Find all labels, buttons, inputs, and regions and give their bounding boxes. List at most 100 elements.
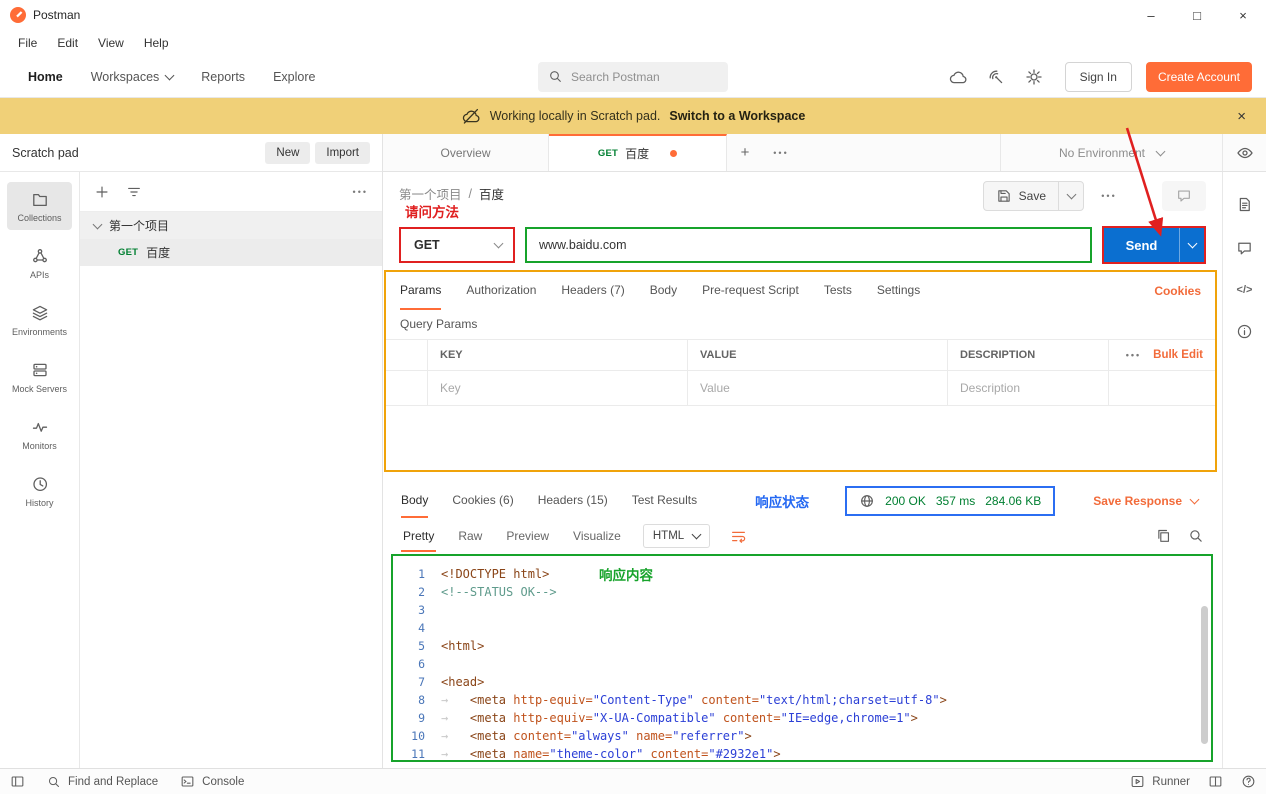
send-options-button[interactable]: [1179, 228, 1204, 262]
bulk-edit-button[interactable]: Bulk Edit: [1153, 349, 1203, 361]
tab-response-headers[interactable]: Headers (15): [538, 484, 608, 518]
nav-explore[interactable]: Explore: [259, 56, 329, 97]
documentation-icon[interactable]: [1236, 196, 1253, 213]
new-tab-button[interactable]: +: [727, 134, 763, 171]
environment-selector[interactable]: No Environment: [1000, 134, 1222, 171]
scratchpad-banner: Working locally in Scratch pad. Switch t…: [0, 98, 1266, 134]
tab-tests[interactable]: Tests: [824, 272, 852, 310]
search-input[interactable]: [571, 69, 711, 84]
response-body-viewer[interactable]: 1 <!DOCTYPE html> 2 <!--STATUS OK--> 3 4 5 <htm…: [391, 554, 1213, 762]
minimize-button[interactable]: –: [1128, 0, 1174, 30]
view-raw[interactable]: Raw: [456, 520, 484, 552]
rail-item-mock-servers[interactable]: Mock Servers: [7, 353, 72, 401]
close-button[interactable]: ×: [1220, 0, 1266, 30]
rail-item-apis[interactable]: APIs: [7, 239, 72, 287]
toggle-sidebar-button[interactable]: [10, 774, 25, 789]
capture-button[interactable]: [981, 62, 1011, 92]
save-button[interactable]: Save: [982, 181, 1084, 211]
method-value: GET: [414, 238, 440, 252]
wrap-text-icon[interactable]: [730, 528, 747, 545]
response-time[interactable]: 357 ms: [936, 494, 975, 508]
request-item[interactable]: GET 百度: [80, 239, 382, 266]
nav-home[interactable]: Home: [14, 56, 77, 97]
gear-icon: [1025, 68, 1042, 85]
column-description: DESCRIPTION: [948, 340, 1109, 370]
view-visualize[interactable]: Visualize: [571, 520, 623, 552]
banner-close-icon[interactable]: ×: [1231, 98, 1252, 134]
help-button[interactable]: [1241, 774, 1256, 789]
view-preview[interactable]: Preview: [504, 520, 551, 552]
comments-icon[interactable]: [1236, 240, 1253, 257]
switch-workspace-link[interactable]: Switch to a Workspace: [669, 109, 805, 123]
nav-reports[interactable]: Reports: [187, 56, 259, 97]
menu-view[interactable]: View: [88, 36, 134, 50]
cookies-link[interactable]: Cookies: [1154, 272, 1201, 310]
tabbar: Overview GET 百度 + ••• No Environment: [383, 134, 1266, 172]
filter-icon[interactable]: [126, 184, 142, 200]
find-and-replace-button[interactable]: Find and Replace: [47, 775, 158, 789]
format-selector[interactable]: HTML: [642, 524, 711, 548]
collections-more-icon[interactable]: •••: [353, 187, 368, 197]
tab-authorization[interactable]: Authorization: [466, 272, 536, 310]
request-more-icon: •••: [1101, 191, 1117, 201]
param-description-input[interactable]: [960, 381, 1096, 395]
param-key-input[interactable]: [440, 381, 675, 395]
rail-item-environments[interactable]: Environments: [7, 296, 72, 344]
console-icon: [181, 776, 194, 787]
params-more-icon[interactable]: •••: [1126, 350, 1141, 360]
add-collection-icon[interactable]: [94, 184, 110, 200]
tab-body[interactable]: Body: [650, 272, 677, 310]
sync-button[interactable]: [943, 62, 973, 92]
rail-item-collections[interactable]: Collections: [7, 182, 72, 230]
tab-pre-request-script[interactable]: Pre-request Script: [702, 272, 799, 310]
collection-item[interactable]: 第一个项目: [80, 212, 382, 239]
tab-response-body[interactable]: Body: [401, 484, 429, 518]
rail-item-monitors[interactable]: Monitors: [7, 410, 72, 458]
menu-file[interactable]: File: [8, 36, 47, 50]
runner-button[interactable]: Runner: [1130, 774, 1190, 789]
settings-button[interactable]: [1019, 62, 1049, 92]
rail-item-history[interactable]: History: [7, 467, 72, 515]
create-account-button[interactable]: Create Account: [1145, 61, 1252, 92]
search-response-icon[interactable]: [1188, 528, 1204, 544]
sidebar: Scratch pad New Import Collections APIs: [0, 134, 383, 768]
send-button[interactable]: Send: [1104, 228, 1179, 262]
tab-overview[interactable]: Overview: [383, 134, 549, 171]
menu-help[interactable]: Help: [134, 36, 179, 50]
save-label: Save: [1018, 189, 1046, 203]
code-snippet-icon[interactable]: </>: [1237, 284, 1253, 296]
tab-params[interactable]: Params: [400, 272, 442, 310]
save-options-button[interactable]: [1058, 182, 1083, 210]
method-selector[interactable]: GET: [399, 227, 515, 263]
tab-headers[interactable]: Headers (7): [561, 272, 624, 310]
maximize-button[interactable]: □: [1174, 0, 1220, 30]
monitors-icon: [32, 422, 47, 432]
console-button[interactable]: Console: [180, 774, 244, 789]
annotation-method-note: 请问方法: [405, 205, 459, 220]
tab-settings[interactable]: Settings: [877, 272, 920, 310]
breadcrumb-request[interactable]: 百度: [479, 184, 504, 203]
menu-edit[interactable]: Edit: [47, 36, 88, 50]
url-input[interactable]: [527, 238, 1090, 252]
import-button[interactable]: Import: [315, 141, 370, 164]
sign-in-button[interactable]: Sign In: [1064, 61, 1132, 92]
environment-quick-look-button[interactable]: [1222, 134, 1266, 171]
save-response-button[interactable]: Save Response: [1093, 484, 1200, 518]
response-size[interactable]: 284.06 KB: [985, 494, 1041, 508]
status-code[interactable]: 200 OK: [885, 494, 926, 508]
new-button[interactable]: New: [265, 141, 311, 164]
tab-test-results[interactable]: Test Results: [632, 484, 697, 518]
capture-requests-icon: [989, 70, 1002, 83]
info-icon[interactable]: [1236, 323, 1253, 340]
split-pane-button[interactable]: [1208, 774, 1223, 789]
param-value-input[interactable]: [700, 381, 935, 395]
tab-response-cookies[interactable]: Cookies (6): [452, 484, 513, 518]
comment-button[interactable]: [1162, 181, 1206, 211]
global-search[interactable]: [538, 61, 728, 92]
tab-request-active[interactable]: GET 百度: [549, 134, 727, 171]
banner-text: Working locally in Scratch pad.: [489, 109, 661, 123]
copy-icon[interactable]: [1156, 528, 1172, 544]
view-pretty[interactable]: Pretty: [401, 520, 437, 552]
scrollbar-thumb[interactable]: [1201, 606, 1208, 744]
nav-workspaces[interactable]: Workspaces: [77, 56, 188, 97]
